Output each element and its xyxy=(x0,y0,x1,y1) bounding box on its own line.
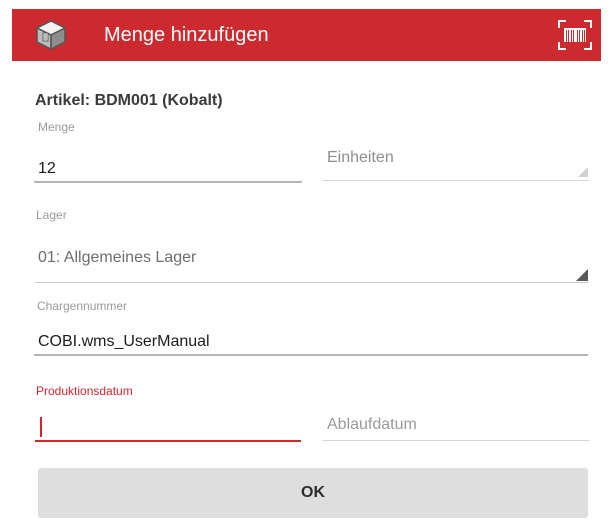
dropdown-arrow-icon xyxy=(578,167,588,177)
batch-value: COBI.wms_UserManual xyxy=(38,333,210,350)
quantity-label: Menge xyxy=(38,120,75,134)
quantity-value: 12 xyxy=(38,160,56,177)
expiry-date-placeholder: Ablaufdatum xyxy=(327,416,417,433)
ok-button[interactable]: OK xyxy=(38,468,588,518)
warehouse-value: 01: Allgemeines Lager xyxy=(38,249,197,266)
barcode-scan-icon[interactable] xyxy=(557,19,593,51)
box-app-icon xyxy=(34,18,68,52)
app-bar: Menge hinzufügen xyxy=(12,9,601,61)
warehouse-label: Lager xyxy=(36,208,67,222)
unit-placeholder: Einheiten xyxy=(327,149,394,166)
quantity-underline xyxy=(34,181,302,183)
batch-underline xyxy=(34,354,588,356)
expiry-date-underline xyxy=(323,440,589,441)
production-date-underline xyxy=(35,440,301,442)
article-heading: Artikel: BDM001 (Kobalt) xyxy=(35,92,223,109)
production-date-label: Produktionsdatum xyxy=(36,384,133,398)
text-cursor xyxy=(40,417,42,437)
unit-underline xyxy=(323,180,589,181)
warehouse-underline xyxy=(35,282,588,283)
batch-label: Chargennummer xyxy=(37,299,128,313)
page-title: Menge hinzufügen xyxy=(104,24,269,46)
dropdown-arrow-icon xyxy=(576,269,588,281)
